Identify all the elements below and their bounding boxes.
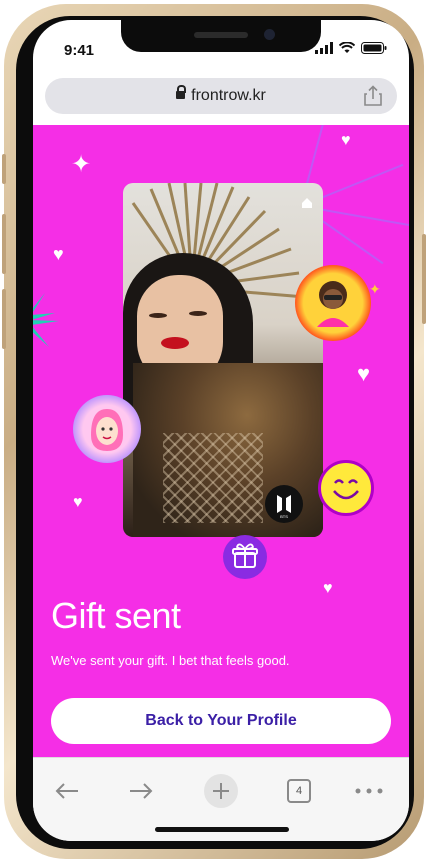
heart-icon: ♥ [53, 244, 64, 264]
back-arrow-icon [55, 783, 78, 799]
home-indicator[interactable] [155, 827, 289, 832]
home-icon [302, 198, 312, 208]
gift-sent-page: ✦ ♥ ♥ ♥ ♥ ♥ ✦ BTS Gift sent We've sent y… [33, 125, 409, 757]
forward-button[interactable] [123, 776, 159, 806]
eye [149, 313, 167, 318]
smiley-icon [333, 479, 359, 500]
sparkle-icon: ✦ [71, 151, 92, 178]
gift-icon [232, 543, 258, 568]
more-icon [355, 788, 383, 794]
starburst-decoration [33, 293, 59, 347]
front-camera [264, 29, 275, 40]
speaker-grille [194, 32, 248, 38]
smiley-badge [318, 460, 374, 516]
red-lips [161, 337, 189, 349]
page-title: Gift sent [51, 595, 181, 636]
signal-icon [315, 42, 333, 54]
address-bar[interactable]: frontrow.kr [45, 78, 397, 114]
bts-logo-icon: BTS [265, 485, 303, 523]
eye [189, 311, 207, 316]
phone-screen: 9:41 frontrow.kr ✦ ♥ ♥ ♥ ♥ ♥ ✦ BTS Gift … [33, 20, 409, 841]
lock-icon [176, 84, 187, 99]
fan-avatar [317, 281, 349, 327]
new-tab-plus-icon [204, 774, 238, 808]
power-button [422, 234, 426, 324]
url-display[interactable]: frontrow.kr [45, 84, 397, 105]
heart-icon: ♥ [341, 132, 351, 149]
heart-icon: ♥ [73, 494, 83, 511]
fan-avatar-badge [295, 265, 371, 341]
mesh-pattern [163, 433, 263, 523]
back-to-profile-button[interactable]: Back to Your Profile [51, 698, 391, 744]
status-time: 9:41 [64, 42, 95, 59]
gift-badge [223, 535, 267, 579]
url-text: frontrow.kr [191, 87, 266, 104]
memoji-avatar [91, 409, 123, 451]
wifi-icon [339, 42, 355, 53]
volume-up-button [2, 214, 6, 274]
tabs-button[interactable]: 4 [281, 776, 317, 806]
memoji-avatar-badge [73, 395, 141, 463]
status-icons [315, 42, 387, 54]
tabs-icon: 4 [287, 779, 311, 803]
page-subtitle: We've sent your gift. I bet that feels g… [51, 653, 290, 668]
notch [121, 20, 321, 52]
new-tab-button[interactable] [203, 774, 239, 808]
volume-down-button [2, 289, 6, 349]
battery-icon [361, 42, 387, 54]
svg-text:BTS: BTS [280, 514, 288, 519]
heart-icon: ♥ [357, 361, 371, 386]
heart-icon: ♥ [323, 580, 333, 597]
share-icon[interactable] [363, 85, 383, 107]
artist-photo-card: BTS [123, 183, 323, 537]
forward-arrow-icon [130, 783, 153, 799]
back-button[interactable] [49, 776, 85, 806]
mute-switch [2, 154, 6, 184]
more-button[interactable] [351, 776, 387, 806]
